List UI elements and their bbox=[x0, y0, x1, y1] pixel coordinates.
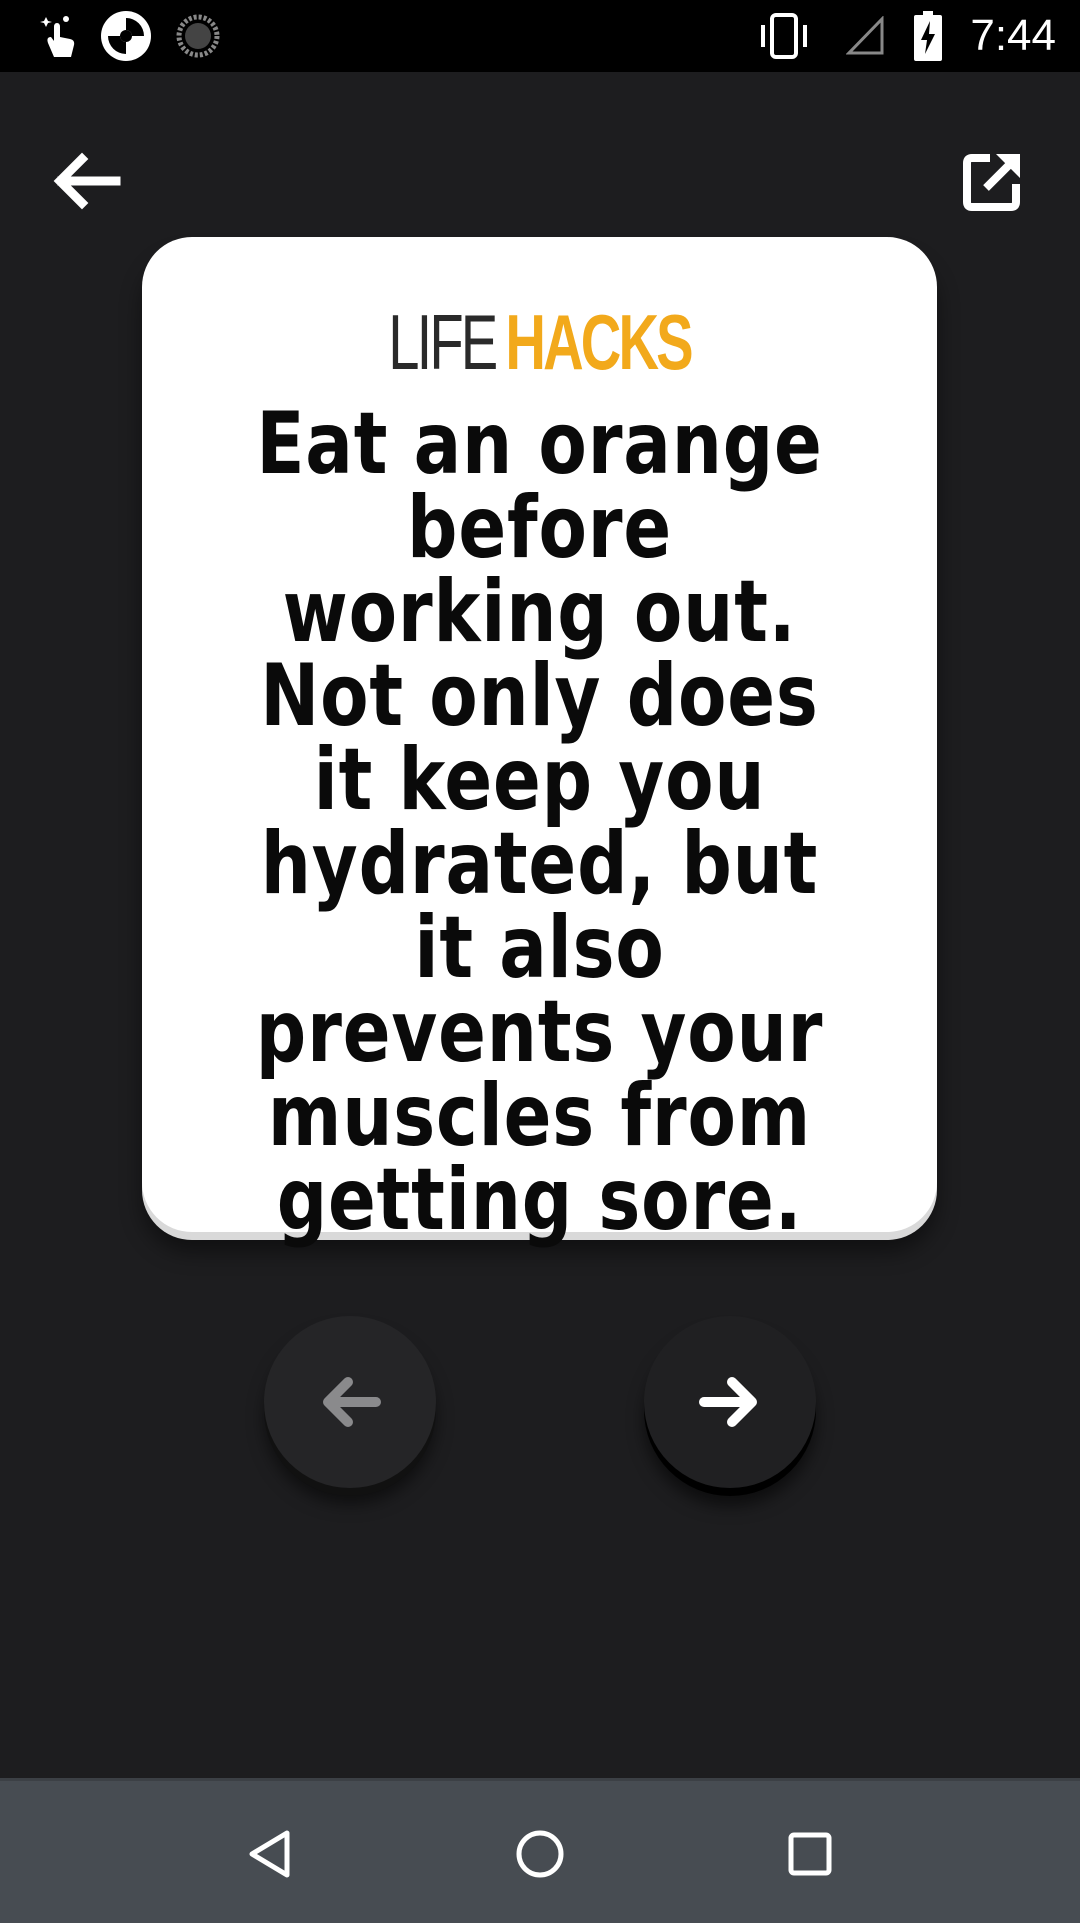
vibrate-icon bbox=[756, 0, 812, 72]
no-signal-icon bbox=[838, 0, 894, 72]
brand-hacks: HACKS bbox=[505, 298, 693, 386]
square-recents-icon bbox=[788, 1832, 832, 1876]
system-nav-bar bbox=[0, 1778, 1080, 1923]
hack-card: LIFE HACKS Eat an orange before working o… bbox=[142, 237, 937, 1243]
system-home-button[interactable] bbox=[495, 1809, 585, 1899]
loading-spinner-icon bbox=[172, 0, 224, 72]
next-button[interactable] bbox=[644, 1316, 816, 1488]
arrow-left-icon bbox=[323, 1377, 381, 1427]
back-button[interactable] bbox=[32, 126, 142, 236]
battery-charging-icon bbox=[908, 0, 948, 72]
brand-logo: LIFE HACKS bbox=[253, 297, 825, 388]
system-back-button[interactable] bbox=[225, 1809, 315, 1899]
circle-home-icon bbox=[516, 1830, 564, 1878]
share-button[interactable] bbox=[938, 126, 1048, 236]
previous-button[interactable] bbox=[264, 1316, 436, 1488]
hack-text: Eat an orange before working out. Not on… bbox=[255, 394, 824, 1250]
clock: 7:44 bbox=[970, 11, 1056, 60]
triangle-back-icon bbox=[249, 1830, 290, 1878]
touch-sparkle-icon bbox=[32, 0, 88, 72]
system-recents-button[interactable] bbox=[765, 1809, 855, 1899]
share-external-icon bbox=[963, 154, 1020, 211]
brand-life: LIFE bbox=[388, 298, 498, 386]
aperture-app-icon bbox=[96, 0, 156, 72]
status-bar: 7:44 bbox=[0, 0, 1080, 72]
arrow-right-icon bbox=[699, 1377, 757, 1427]
app-screen: LIFE HACKS Eat an orange before working o… bbox=[0, 72, 1080, 1778]
arrow-left-icon bbox=[53, 152, 121, 210]
